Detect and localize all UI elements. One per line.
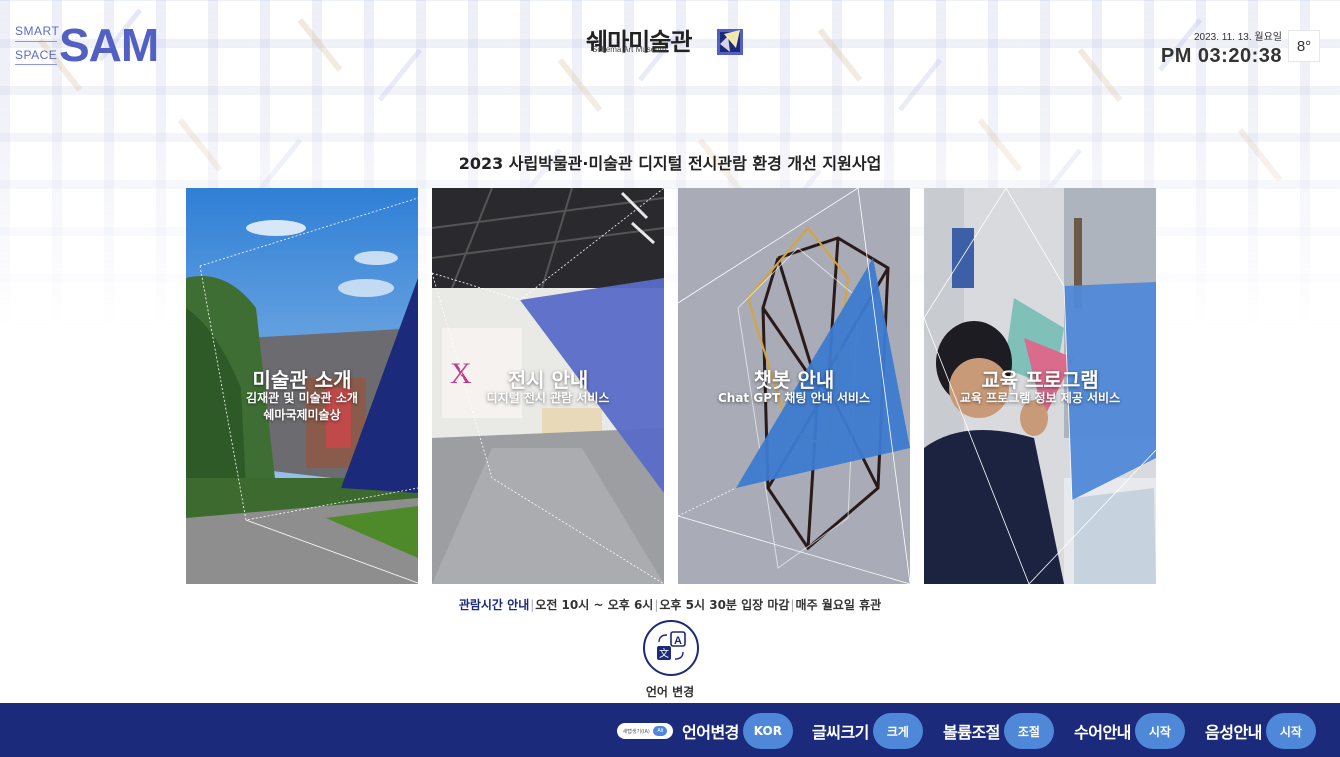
time-text: PM 03:20:38 [1160,45,1282,67]
card-subtitle-line: 김재관 및 미술관 소개 [246,391,358,405]
smart-space-sam-logo[interactable]: SMART SPACE SAM [15,19,175,71]
date-text: 2023. 11. 13. 월요일 [1193,32,1282,43]
card-title: 챗봇 안내 [753,368,835,392]
font-size-button[interactable]: 크게 [872,713,923,749]
sign-language-start-button[interactable]: 시작 [1134,713,1185,749]
footer-item-voice-guide: 음성안내 시작 [1205,713,1316,749]
language-change-label: 언어 변경 [645,685,695,699]
card-subtitle-line: Chat GPT 채팅 안내 서비스 [717,391,870,405]
voice-guide-start-button[interactable]: 시작 [1265,713,1316,749]
card-chatbot-guide[interactable]: 챗봇 안내 Chat GPT 채팅 안내 서비스 [678,188,910,584]
card-subtitle: 김재관 및 미술관 소개 쉐마국제미술상 [186,390,418,424]
card-subtitle-line: 쉐마국제미술상 [263,408,341,422]
svg-text:文: 文 [659,647,669,660]
card-subtitle: 디지털 전시 관람 서비스 [432,390,664,407]
logo-space-text: SPACE [15,48,58,62]
museum-logo[interactable]: 쉐마미술관 Schema Art Museum [586,22,746,68]
card-subtitle: 교육 프로그램 정보 제공 서비스 [924,390,1156,407]
logo-rule [15,64,57,65]
footer-badge[interactable]: 새탭생기(IA) Alt [617,723,673,739]
footer-badge-dot: Alt [653,726,668,736]
logo-sam-text: SAM [59,19,159,71]
clock: 2023. 11. 13. 월요일 PM 03:20:38 [1161,28,1282,68]
temperature-badge: 8° [1288,30,1320,62]
footer-item-label: 볼륨조절 [943,723,1000,742]
footer-item-sign-language: 수어안내 시작 [1074,713,1185,749]
hours-separator: | [654,598,659,612]
footer-item-label: 언어변경 [682,723,739,742]
museum-name-en: Schema Art Museum [592,45,667,54]
footer-badge-text: 새탭생기(IA) [622,728,650,735]
hours-item: 오전 10시 ~ 오후 6시 [535,598,654,612]
hours-item: 매주 월요일 휴관 [795,598,882,612]
language-change-button[interactable]: A 文 [643,620,699,676]
translate-icon: A 文 [657,631,686,660]
hours-separator: | [790,598,795,612]
volume-button[interactable]: 조절 [1003,713,1054,749]
hours-separator: | [530,598,535,612]
footer-item-label: 수어안내 [1074,723,1131,742]
card-museum-intro[interactable]: 미술관 소개 김재관 및 미술관 소개 쉐마국제미술상 [186,188,418,584]
logo-smart-text: SMART [15,24,60,38]
footer-item-font-size: 글씨크기 크게 [812,713,923,749]
footer-item-label: 음성안내 [1205,723,1262,742]
card-subtitle: Chat GPT 채팅 안내 서비스 [678,390,910,407]
card-exhibition-guide[interactable]: X 전시 안내 디지털 전시 관람 서비스 [432,188,664,584]
footer-item-language: 언어변경 KOR [682,713,793,749]
svg-text:A: A [674,635,682,647]
viewing-hours: 관람시간 안내|오전 10시 ~ 오후 6시|오후 5시 30분 입장 마감|매… [0,596,1340,613]
logo-rule [15,41,57,42]
card-subtitle-line: 디지털 전시 관람 서비스 [486,391,610,405]
language-kor-button[interactable]: KOR [742,713,793,749]
card-title: 교육 프로그램 [981,368,1099,392]
card-title: 미술관 소개 [252,368,352,392]
hours-lead: 관람시간 안내 [458,598,530,612]
museum-mark-icon [717,29,743,55]
footer-item-volume: 볼륨조절 조절 [943,713,1054,749]
footer-item-label: 글씨크기 [812,723,869,742]
accessibility-footer: 새탭생기(IA) Alt 언어변경 KOR 글씨크기 크게 볼륨조절 조절 수어… [0,703,1340,757]
hours-item: 오후 5시 30분 입장 마감 [659,598,790,612]
page-headline: 2023 사립박물관·미술관 디지털 전시관람 환경 개선 지원사업 [458,154,882,173]
card-education-program[interactable]: 교육 프로그램 교육 프로그램 정보 제공 서비스 [924,188,1156,584]
card-subtitle-line: 교육 프로그램 정보 제공 서비스 [959,391,1121,405]
card-title: 전시 안내 [507,368,589,392]
